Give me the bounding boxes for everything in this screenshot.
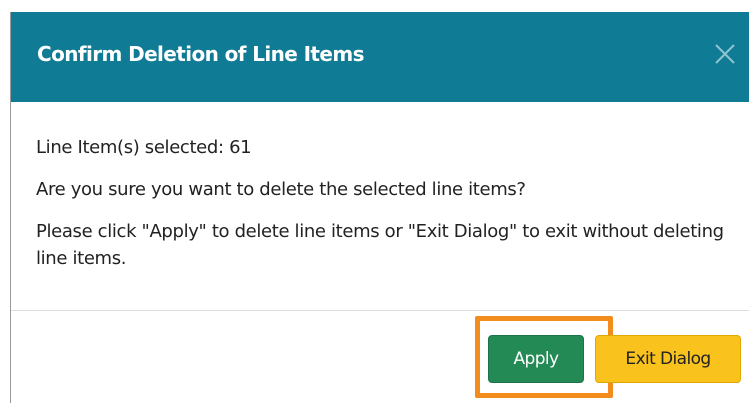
line-item-count: Line Item(s) selected: 61 bbox=[36, 137, 252, 158]
confirm-question: Are you sure you want to delete the sele… bbox=[36, 179, 526, 200]
footer-divider bbox=[11, 310, 749, 311]
dialog-title: Confirm Deletion of Line Items bbox=[37, 42, 365, 66]
close-icon bbox=[712, 41, 738, 67]
close-button[interactable] bbox=[712, 41, 738, 67]
confirm-deletion-dialog: Confirm Deletion of Line Items Line Item… bbox=[10, 12, 749, 403]
apply-button[interactable]: Apply bbox=[488, 335, 584, 383]
dialog-header: Confirm Deletion of Line Items bbox=[11, 12, 749, 102]
instructions-text: Please click "Apply" to delete line item… bbox=[36, 221, 724, 269]
exit-dialog-button[interactable]: Exit Dialog bbox=[595, 335, 741, 383]
